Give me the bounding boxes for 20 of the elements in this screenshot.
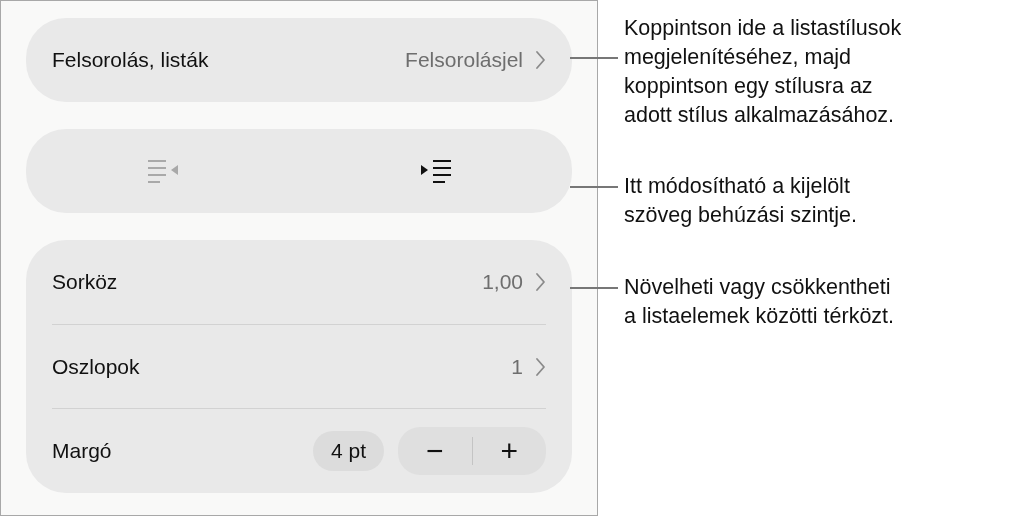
- callout-text: Koppintson ide a listastílusok megjelenítéséhez, majd koppintson egy stílusra az adott stílus alkalmazásához.: [624, 15, 903, 129]
- list-style-row[interactable]: Felsorolás, listák Felsorolásjel: [26, 18, 572, 102]
- leader-line: [570, 57, 618, 59]
- row-label: Sorköz: [52, 269, 119, 294]
- row-label: Oszlopok: [52, 354, 141, 379]
- callout-text: Növelheti vagy csökkentheti a listaelemek közötti térközt.: [624, 274, 896, 330]
- row-label: Margó: [52, 439, 113, 464]
- callout-text: Itt módosítható a kijelölt szöveg behúzási szintje.: [624, 173, 859, 229]
- row-value: 1,00: [482, 269, 523, 294]
- decrement-button[interactable]: −: [398, 427, 472, 476]
- chevron-icon: [535, 356, 546, 377]
- chevron-icon: [535, 50, 546, 70]
- increment-button[interactable]: +: [472, 427, 546, 476]
- row-value: 1: [511, 354, 523, 379]
- row-value: Felsorolásjel: [405, 48, 523, 72]
- leader-line: [570, 287, 618, 289]
- chevron-icon: [535, 271, 546, 292]
- margin-value: 4 pt: [312, 431, 384, 472]
- leader-line: [570, 186, 618, 188]
- row-label: Felsorolás, listák: [52, 48, 210, 72]
